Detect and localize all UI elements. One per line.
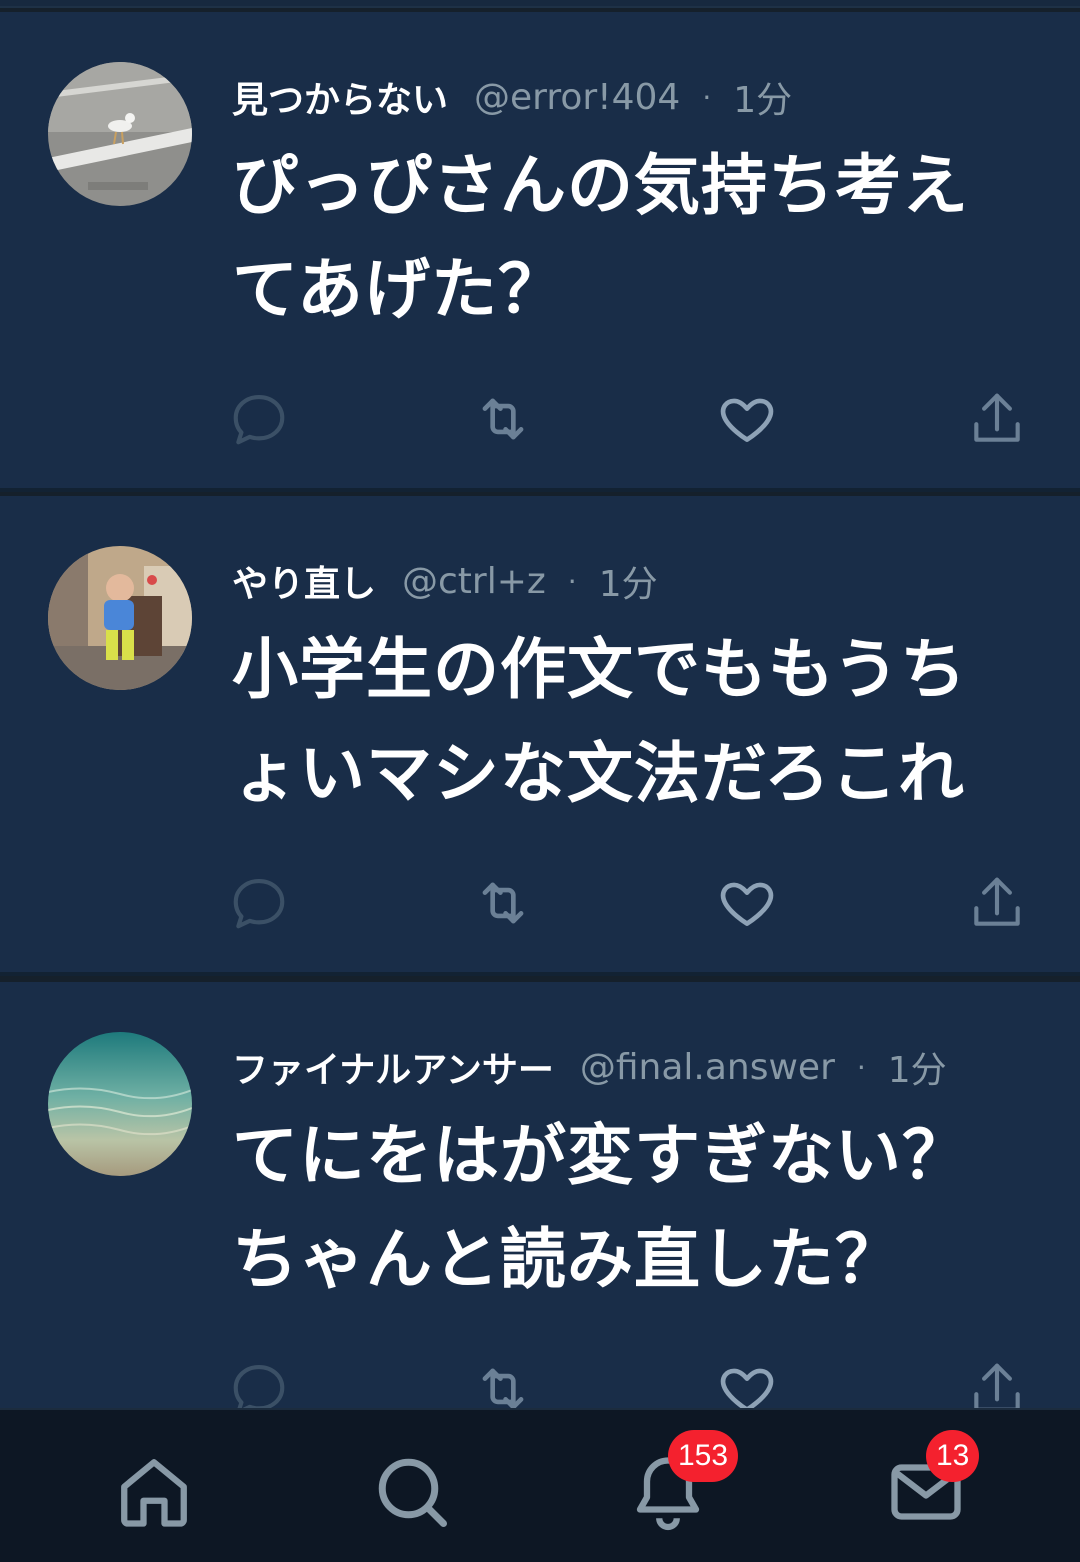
retweet-icon[interactable]: [472, 388, 534, 450]
avatar[interactable]: [48, 1032, 192, 1176]
separator-dot: ·: [856, 1050, 866, 1084]
display-name[interactable]: 見つからない: [232, 71, 448, 123]
share-icon[interactable]: [966, 872, 1028, 934]
timeline-feed[interactable]: 見つからない @error!404 · 1分 ぴっぴさんの気持ち考えてあげた？: [0, 0, 1080, 1408]
avatar[interactable]: [48, 62, 192, 206]
reply-icon[interactable]: [228, 872, 290, 934]
messages-icon[interactable]: 13: [884, 1430, 980, 1534]
messages-badge: 13: [926, 1430, 980, 1482]
tweet-text: 小学生の作文でももうちょいマシな文法だろこれ: [232, 631, 968, 812]
share-icon[interactable]: [966, 1358, 1028, 1408]
bottom-nav-bar: 153 13: [0, 1408, 1080, 1562]
search-icon[interactable]: [370, 1450, 454, 1534]
like-icon[interactable]: [716, 1358, 778, 1408]
timestamp[interactable]: 1分: [733, 71, 792, 123]
user-handle[interactable]: @ctrl+z: [402, 561, 546, 602]
reply-icon[interactable]: [228, 1358, 290, 1408]
home-icon[interactable]: [112, 1450, 196, 1534]
tweet-header: やり直し @ctrl+z · 1分: [232, 552, 658, 610]
retweet-icon[interactable]: [472, 1358, 534, 1408]
tweet-actions: [228, 388, 1038, 458]
tweet-text: ぴっぴさんの気持ち考えてあげた？: [232, 147, 969, 328]
reply-icon[interactable]: [228, 388, 290, 450]
share-icon[interactable]: [966, 388, 1028, 450]
user-handle[interactable]: @error!404: [474, 77, 680, 118]
display-name[interactable]: やり直し: [232, 555, 376, 607]
separator-dot: ·: [567, 564, 577, 598]
avatar[interactable]: [48, 546, 192, 690]
tweet-card[interactable]: 見つからない @error!404 · 1分 ぴっぴさんの気持ち考えてあげた？: [0, 12, 1080, 492]
tweet-header: ファイナルアンサー @final.answer · 1分: [232, 1038, 947, 1096]
like-icon[interactable]: [716, 872, 778, 934]
timestamp[interactable]: 1分: [599, 555, 658, 607]
user-handle[interactable]: @final.answer: [580, 1047, 835, 1088]
tweet-text: てにをはが変すぎない？ちゃんと読み直した？: [232, 1117, 969, 1298]
top-divider: [0, 0, 1080, 8]
tweet-actions: [228, 1358, 1038, 1408]
display-name[interactable]: ファイナルアンサー: [232, 1041, 554, 1093]
notifications-icon[interactable]: 153: [626, 1430, 739, 1534]
like-icon[interactable]: [716, 388, 778, 450]
timestamp[interactable]: 1分: [888, 1041, 947, 1093]
retweet-icon[interactable]: [472, 872, 534, 934]
tweet-actions: [228, 872, 1038, 942]
notifications-badge: 153: [668, 1430, 739, 1482]
tweet-header: 見つからない @error!404 · 1分: [232, 68, 792, 126]
tweet-card[interactable]: ファイナルアンサー @final.answer · 1分 てにをはが変すぎない？…: [0, 982, 1080, 1408]
separator-dot: ·: [702, 80, 712, 114]
tweet-card[interactable]: やり直し @ctrl+z · 1分 小学生の作文でももうちょいマシな文法だろこれ: [0, 496, 1080, 976]
